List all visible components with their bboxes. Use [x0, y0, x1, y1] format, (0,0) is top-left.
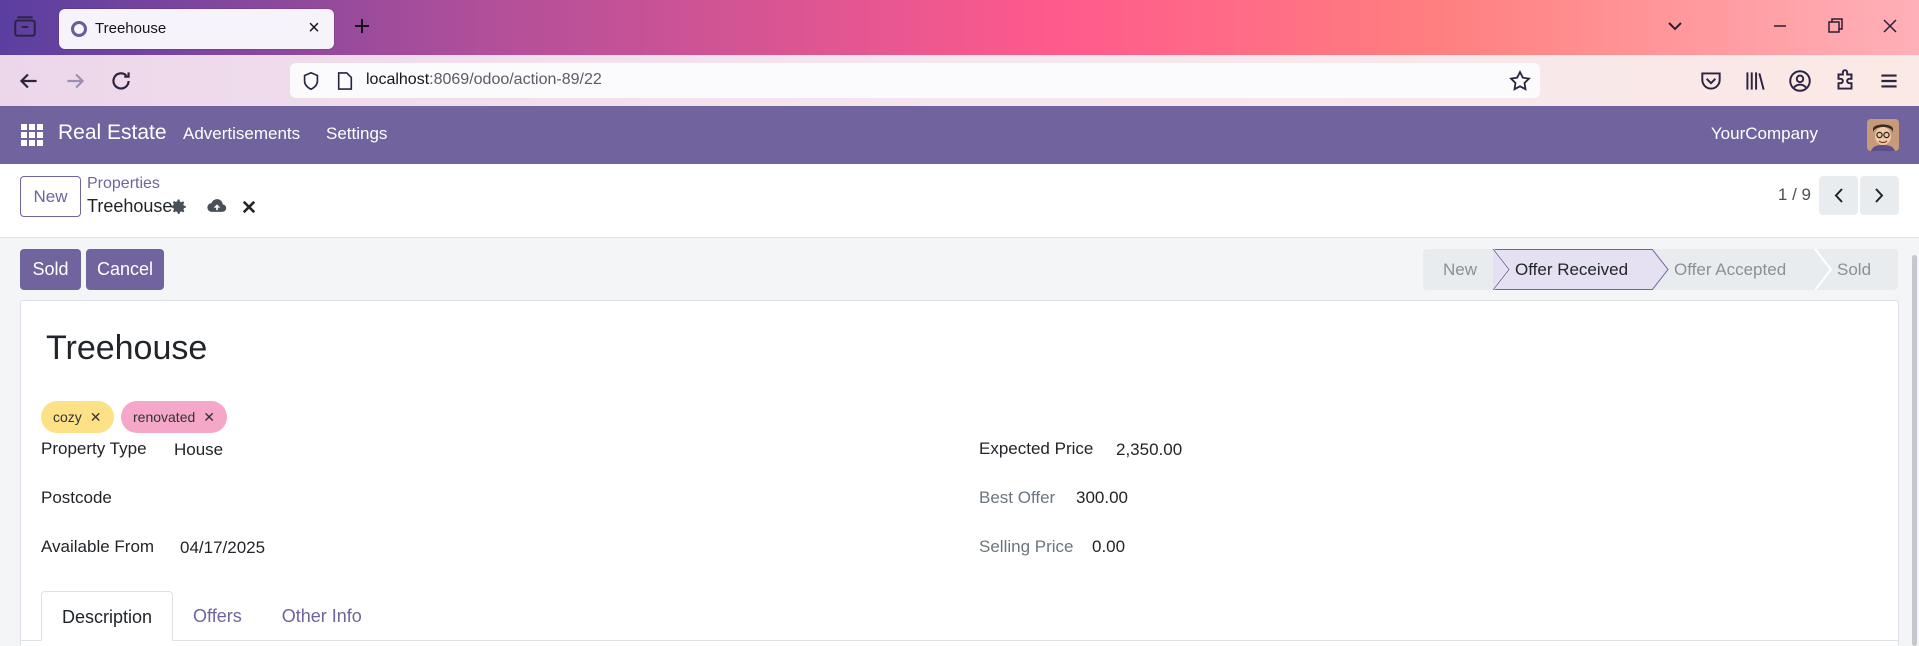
property-type-label: Property Type	[41, 439, 147, 458]
postcode-label: Postcode	[41, 488, 112, 507]
new-record-button[interactable]: New	[20, 176, 81, 217]
available-from-field[interactable]: 04/17/2025	[180, 538, 265, 558]
tab-other-info[interactable]: Other Info	[262, 591, 382, 641]
close-window-icon[interactable]	[1878, 14, 1902, 38]
company-switcher[interactable]: YourCompany	[1711, 124, 1818, 144]
new-tab-icon[interactable]	[350, 14, 374, 38]
apps-grid-icon[interactable]	[21, 124, 43, 146]
back-icon[interactable]	[16, 68, 42, 94]
tab-offers[interactable]: Offers	[173, 591, 262, 641]
form-sheet: Treehouse cozy ✕ renovated ✕ Property Type…	[20, 300, 1899, 646]
pager-next-button[interactable]	[1860, 176, 1899, 215]
restore-icon[interactable]	[1823, 14, 1847, 38]
cancel-button[interactable]: Cancel	[86, 249, 164, 290]
pager-previous-button[interactable]	[1819, 176, 1858, 215]
pocket-icon[interactable]	[1698, 68, 1724, 94]
sold-button[interactable]: Sold	[20, 249, 81, 290]
minimize-icon[interactable]	[1768, 14, 1792, 38]
tag-label: cozy	[53, 409, 82, 425]
forward-icon[interactable]	[62, 68, 88, 94]
odoo-navbar: Real Estate Advertisements Settings Your…	[0, 106, 1919, 164]
browser-tab-bar: Treehouse ×	[0, 0, 1919, 55]
app-menu-icon[interactable]	[1876, 68, 1902, 94]
selling-price-value: 0.00	[1092, 537, 1126, 556]
available-from-label: Available From	[41, 537, 155, 556]
expected-price-field[interactable]: 2,350.00	[1116, 440, 1182, 460]
tag-renovated[interactable]: renovated ✕	[121, 401, 228, 433]
pager-value[interactable]: 1 / 9	[1778, 185, 1811, 205]
menu-advertisements[interactable]: Advertisements	[183, 124, 300, 144]
extensions-icon[interactable]	[1832, 68, 1858, 94]
cloud-upload-icon[interactable]	[207, 196, 227, 216]
browser-tab[interactable]: Treehouse ×	[59, 9, 334, 49]
url-host: localhost	[366, 71, 430, 88]
tab-list-icon[interactable]	[12, 14, 38, 40]
tab-description[interactable]: Description	[41, 591, 174, 641]
chevron-down-icon[interactable]	[1663, 14, 1687, 38]
page-scrollbar[interactable]	[1912, 255, 1917, 646]
url-text[interactable]: localhost:8069/odoo/action-89/22	[366, 71, 602, 89]
address-bar[interactable]: localhost:8069/odoo/action-89/22	[290, 63, 1540, 98]
notebook-tabs: Description Offers Other Info	[41, 591, 382, 641]
form-statusbar: Sold Cancel New Offer Received Offer Acc…	[0, 238, 1919, 299]
breadcrumb-current: Treehouse	[87, 196, 173, 216]
account-icon[interactable]	[1787, 68, 1813, 94]
page-icon[interactable]	[336, 71, 354, 91]
odoo-favicon-icon	[71, 21, 87, 37]
best-offer-label: Best Offer	[979, 488, 1056, 507]
postcode-field[interactable]	[174, 488, 474, 512]
user-avatar[interactable]	[1867, 119, 1899, 151]
tag-cozy[interactable]: cozy ✕	[41, 401, 114, 433]
stage-arrows	[1492, 249, 1833, 290]
breadcrumb-properties[interactable]: Properties	[87, 175, 160, 193]
stage-pipeline: New Offer Received Offer Accepted Sold	[1423, 249, 1898, 290]
reload-icon[interactable]	[108, 68, 134, 94]
best-offer-value: 300.00	[1076, 488, 1128, 507]
bookmark-star-icon[interactable]	[1508, 69, 1532, 93]
record-title[interactable]: Treehouse	[46, 329, 207, 368]
property-type-field[interactable]: House	[174, 440, 223, 460]
app-brand[interactable]: Real Estate	[58, 121, 167, 145]
menu-settings[interactable]: Settings	[326, 124, 387, 144]
gear-icon[interactable]	[170, 198, 190, 218]
close-tab-icon[interactable]: ×	[304, 18, 324, 38]
selling-price-label: Selling Price	[979, 537, 1074, 556]
library-icon[interactable]	[1742, 68, 1768, 94]
expected-price-label: Expected Price	[979, 439, 1094, 458]
shield-icon[interactable]	[300, 70, 322, 92]
browser-nav-bar: localhost:8069/odoo/action-89/22	[0, 55, 1919, 106]
control-panel: New Properties Treehouse 1 / 9	[0, 164, 1919, 238]
url-path: :8069/odoo/action-89/22	[429, 71, 602, 88]
remove-tag-icon[interactable]: ✕	[203, 401, 215, 433]
tag-label: renovated	[133, 409, 196, 425]
tab-title: Treehouse	[95, 20, 167, 37]
discard-icon[interactable]	[240, 198, 260, 218]
remove-tag-icon[interactable]: ✕	[90, 401, 102, 433]
